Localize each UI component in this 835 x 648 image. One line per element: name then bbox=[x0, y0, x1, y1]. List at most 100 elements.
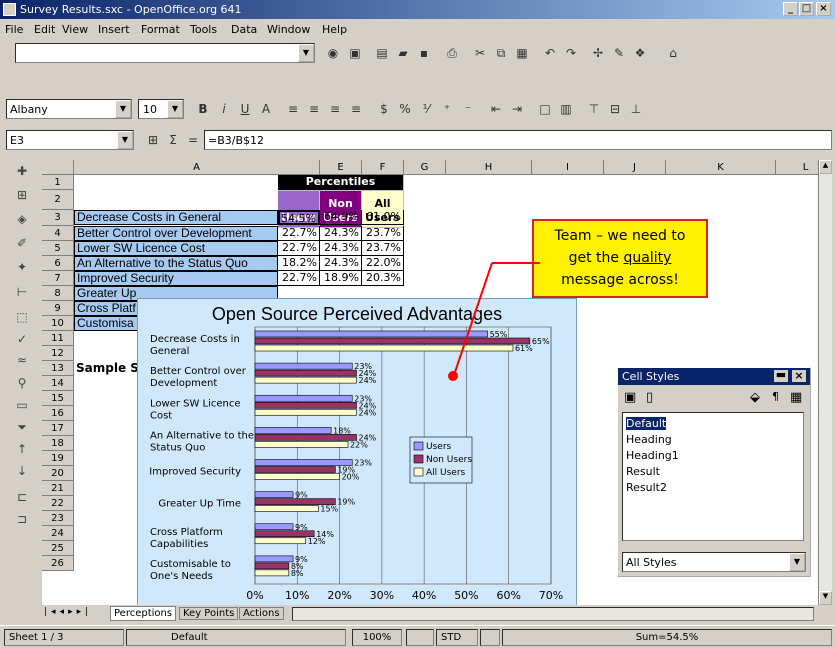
find-replace-icon[interactable]: ⚲ bbox=[12, 376, 32, 394]
chevron-down-icon[interactable]: ▼ bbox=[167, 100, 183, 118]
tab-perceptions[interactable]: Perceptions bbox=[110, 606, 177, 621]
menu-window[interactable]: Window bbox=[267, 23, 310, 36]
row-label-cell[interactable]: Improved Security bbox=[74, 271, 278, 286]
spellcheck-icon[interactable]: ✓ bbox=[12, 332, 32, 350]
row-header[interactable]: 6 bbox=[42, 256, 74, 271]
menu-view[interactable]: View bbox=[62, 23, 88, 36]
open-folder-icon[interactable]: ▰ bbox=[393, 43, 413, 63]
percentiles-header[interactable]: Percentiles bbox=[278, 175, 404, 191]
tab-key-points[interactable]: Key Points bbox=[179, 607, 239, 620]
currency-icon[interactable]: $ bbox=[374, 99, 394, 119]
increase-indent-icon[interactable]: ⇥ bbox=[507, 99, 527, 119]
align-middle-icon[interactable]: ⊟ bbox=[605, 99, 625, 119]
scroll-up-icon[interactable]: ▲ bbox=[819, 160, 832, 174]
stylist-close-button[interactable]: × bbox=[792, 370, 806, 382]
insert-cell-icon[interactable]: ⊞ bbox=[12, 188, 32, 206]
sort-descending-icon[interactable]: ↓ bbox=[12, 464, 32, 482]
stylist-dock-button[interactable]: ▬ bbox=[774, 369, 788, 382]
add-decimal-icon[interactable]: ⁺ bbox=[437, 99, 457, 119]
align-top-icon[interactable]: ⊤ bbox=[584, 99, 604, 119]
all-users-value-cell[interactable]: 61.0% bbox=[362, 210, 404, 225]
row-header[interactable]: 5 bbox=[42, 241, 74, 256]
show-draw-functions-icon[interactable]: ✐ bbox=[12, 236, 32, 254]
function-button[interactable]: = bbox=[183, 130, 203, 150]
undo-icon[interactable]: ↶ bbox=[540, 43, 560, 63]
users-value-cell[interactable]: 22.7% bbox=[278, 271, 320, 286]
align-bottom-icon[interactable]: ⊥ bbox=[626, 99, 646, 119]
non-users-value-cell[interactable]: 64.9% bbox=[320, 210, 362, 225]
menu-edit[interactable]: Edit bbox=[34, 23, 55, 36]
row-header[interactable]: 20 bbox=[42, 466, 74, 481]
group-icon[interactable]: ⊏ bbox=[12, 490, 32, 508]
chevron-down-icon[interactable]: ▼ bbox=[117, 131, 133, 149]
non-users-value-cell[interactable]: 24.3% bbox=[320, 226, 362, 241]
style-item[interactable]: Default bbox=[626, 416, 800, 432]
horizontal-scrollbar[interactable] bbox=[292, 607, 814, 621]
row-header[interactable]: 15 bbox=[42, 391, 74, 406]
row-header[interactable]: 22 bbox=[42, 496, 74, 511]
select-all-corner[interactable] bbox=[42, 160, 74, 175]
formula-input[interactable]: =B3/B$12 bbox=[204, 130, 832, 150]
gallery-icon[interactable]: ❖ bbox=[630, 43, 650, 63]
percent-icon[interactable]: % bbox=[395, 99, 415, 119]
borders-icon[interactable]: □ bbox=[535, 99, 555, 119]
url-combo[interactable]: ▼ bbox=[15, 43, 315, 63]
autofilter-icon[interactable]: ⏷ bbox=[12, 420, 32, 438]
italic-icon[interactable]: i bbox=[214, 99, 234, 119]
delete-decimal-icon[interactable]: ⁻ bbox=[458, 99, 478, 119]
non-users-value-cell[interactable]: 18.9% bbox=[320, 271, 362, 286]
font-color-icon[interactable]: A bbox=[256, 99, 276, 119]
menu-data[interactable]: Data bbox=[231, 23, 257, 36]
style-item[interactable]: Heading1 bbox=[626, 448, 800, 464]
justify-icon[interactable]: ≡ bbox=[346, 99, 366, 119]
column-header[interactable]: F bbox=[362, 160, 404, 175]
style-item[interactable]: Heading bbox=[626, 432, 800, 448]
all-users-value-cell[interactable]: 23.7% bbox=[362, 241, 404, 256]
edit-file-icon[interactable]: ▣ bbox=[345, 43, 365, 63]
column-header[interactable]: K bbox=[666, 160, 776, 175]
bold-icon[interactable]: B bbox=[193, 99, 213, 119]
row-header[interactable]: 16 bbox=[42, 406, 74, 421]
column-header[interactable]: H bbox=[446, 160, 532, 175]
column-header[interactable]: E bbox=[320, 160, 362, 175]
all-users-value-cell[interactable]: 23.7% bbox=[362, 226, 404, 241]
row-header[interactable]: 17 bbox=[42, 421, 74, 436]
data-sources-icon[interactable]: ⌂ bbox=[663, 43, 683, 63]
page-style-indicator[interactable]: Default bbox=[126, 629, 346, 646]
fill-format-icon[interactable]: ⬙ bbox=[750, 390, 760, 405]
autospellcheck-icon[interactable]: ≈ bbox=[12, 353, 32, 371]
print-icon[interactable]: ⎙ bbox=[442, 43, 462, 63]
row-header[interactable]: 11 bbox=[42, 331, 74, 346]
data-source-icon[interactable]: ▭ bbox=[12, 398, 32, 416]
scroll-down-icon[interactable]: ▼ bbox=[819, 591, 832, 605]
menu-insert[interactable]: Insert bbox=[98, 23, 130, 36]
decrease-indent-icon[interactable]: ⇤ bbox=[486, 99, 506, 119]
style-item[interactable]: Result bbox=[626, 464, 800, 480]
column-header[interactable]: G bbox=[404, 160, 446, 175]
row-header[interactable]: 19 bbox=[42, 451, 74, 466]
underline-icon[interactable]: U bbox=[235, 99, 255, 119]
row-header[interactable]: 26 bbox=[42, 556, 74, 571]
name-box[interactable]: E3 ▼ bbox=[6, 130, 134, 150]
standard-format-icon[interactable]: ⅟ bbox=[416, 99, 436, 119]
form-functions-icon[interactable]: ✦ bbox=[12, 260, 32, 278]
row-header[interactable]: 18 bbox=[42, 436, 74, 451]
page-styles-icon[interactable]: ▯ bbox=[646, 390, 653, 405]
style-list[interactable]: Default Heading Heading1 Result Result2 bbox=[622, 412, 804, 541]
chevron-down-icon[interactable]: ▼ bbox=[789, 553, 805, 571]
navigator-icon[interactable]: ✢ bbox=[588, 43, 608, 63]
row-header[interactable]: 24 bbox=[42, 526, 74, 541]
callout-note[interactable]: Team – we need to get the quality messag… bbox=[532, 219, 708, 298]
row-header[interactable]: 14 bbox=[42, 376, 74, 391]
autoformat-icon[interactable]: ⬚ bbox=[12, 310, 32, 328]
column-header[interactable]: I bbox=[532, 160, 604, 175]
font-size-combo[interactable]: 10 ▼ bbox=[138, 99, 184, 119]
row-header[interactable]: 1 bbox=[42, 175, 74, 190]
insert-icon[interactable]: ✚ bbox=[12, 164, 32, 182]
minimize-button[interactable]: _ bbox=[783, 2, 798, 16]
all-users-value-cell[interactable]: 22.0% bbox=[362, 256, 404, 271]
row-label-cell[interactable]: Better Control over Development bbox=[74, 226, 278, 241]
new-style-icon[interactable]: ¶ bbox=[772, 390, 779, 403]
row-header[interactable]: 10 bbox=[42, 316, 74, 331]
stop-icon[interactable]: ◉ bbox=[323, 43, 343, 63]
